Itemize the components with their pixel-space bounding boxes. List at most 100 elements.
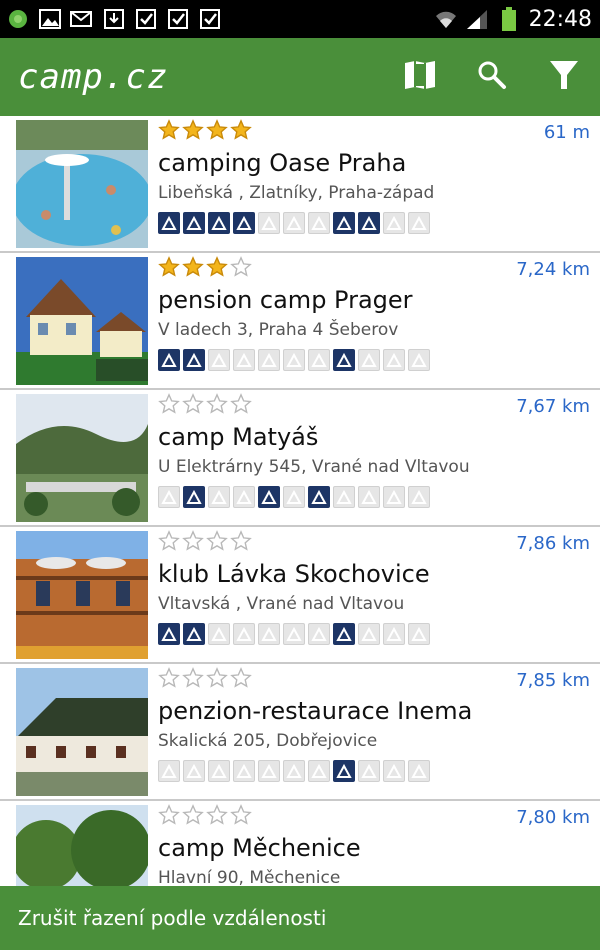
download-icon — [102, 7, 126, 31]
list-item[interactable]: pension camp Prager V ladech 3, Praha 4 Š… — [0, 253, 600, 390]
caravan-icon — [183, 623, 205, 645]
bungalow-icon — [283, 623, 305, 645]
mobile-home-icon — [358, 623, 380, 645]
star-empty-icon — [182, 804, 204, 830]
list-item[interactable]: camping Oase Praha Libeňská , Zlatníky, P… — [0, 116, 600, 253]
mobile-home-icon — [358, 486, 380, 508]
map-button[interactable] — [384, 38, 456, 116]
map-icon — [403, 60, 437, 94]
caravan-icon — [183, 486, 205, 508]
campsite-info: camp Měchenice Hlavní 90, Měchenice 7,80 k… — [148, 801, 600, 886]
star-empty-icon — [230, 804, 252, 830]
trailer-icon — [233, 212, 255, 234]
star-empty-icon — [158, 804, 180, 830]
cancel-sort-label: Zrušit řazení podle vzdálenosti — [18, 906, 327, 930]
campsite-list[interactable]: camping Oase Praha Libeňská , Zlatníky, P… — [0, 116, 600, 886]
amenity-icons — [158, 760, 600, 782]
distance-label: 7,24 km — [516, 259, 590, 280]
status-bar: 22:48 — [0, 0, 600, 38]
tent-icon — [158, 760, 180, 782]
trailer-icon — [233, 349, 255, 371]
bungalow-icon — [283, 212, 305, 234]
campsite-info: penzion-restaurace Inema Skalická 205, Do… — [148, 664, 600, 799]
amenity-icons — [158, 623, 600, 645]
tv-icon — [383, 212, 405, 234]
star-empty-icon — [158, 530, 180, 556]
mobile-home-icon — [358, 760, 380, 782]
notification-icons — [0, 7, 222, 31]
list-item[interactable]: klub Lávka Skochovice Vltavská , Vrané na… — [0, 527, 600, 664]
campsite-name: camp Měchenice — [158, 834, 361, 862]
image-icon — [38, 7, 62, 31]
campsite-address: U Elektrárny 545, Vrané nad Vltavou — [158, 457, 470, 477]
toilet-icon — [333, 623, 355, 645]
campsite-info: pension camp Prager V ladech 3, Praha 4 Š… — [148, 253, 600, 388]
tv-icon — [383, 349, 405, 371]
list-item[interactable]: penzion-restaurace Inema Skalická 205, Do… — [0, 664, 600, 801]
star-empty-icon — [182, 530, 204, 556]
cabin-icon — [258, 212, 280, 234]
caravan-icon — [183, 212, 205, 234]
campsite-address: Hlavní 90, Měchenice — [158, 868, 341, 886]
amenity-icons — [158, 486, 600, 508]
distance-label: 7,86 km — [516, 533, 590, 554]
campsite-info: camp Matyáš U Elektrárny 545, Vrané nad V… — [148, 390, 600, 525]
star-empty-icon — [182, 667, 204, 693]
trailer-icon — [233, 760, 255, 782]
tv-icon — [383, 486, 405, 508]
star-filled-icon — [182, 256, 204, 282]
trailer-icon — [233, 623, 255, 645]
campsite-address: Libeňská , Zlatníky, Praha-západ — [158, 183, 435, 203]
lodge-icon — [408, 760, 430, 782]
missed-message-icon — [70, 7, 94, 31]
star-empty-icon — [230, 256, 252, 282]
check-icon — [134, 7, 158, 31]
battery-icon — [497, 7, 521, 31]
toilet-icon — [333, 486, 355, 508]
room-icon — [308, 212, 330, 234]
motorhome-icon — [208, 623, 230, 645]
star-empty-icon — [158, 667, 180, 693]
trailer-icon — [233, 486, 255, 508]
room-icon — [308, 349, 330, 371]
star-filled-icon — [158, 119, 180, 145]
star-empty-icon — [206, 530, 228, 556]
tent-icon — [158, 212, 180, 234]
star-empty-icon — [230, 393, 252, 419]
cancel-sort-button[interactable]: Zrušit řazení podle vzdálenosti — [0, 886, 600, 950]
campsite-photo — [16, 805, 148, 886]
mobile-home-icon — [358, 212, 380, 234]
star-filled-icon — [206, 256, 228, 282]
motorhome-icon — [208, 212, 230, 234]
campsite-name: klub Lávka Skochovice — [158, 560, 430, 588]
list-item[interactable]: camp Matyáš U Elektrárny 545, Vrané nad V… — [0, 390, 600, 527]
motorhome-icon — [208, 349, 230, 371]
app-notification-icon — [6, 7, 30, 31]
cabin-icon — [258, 760, 280, 782]
star-filled-icon — [230, 119, 252, 145]
campsite-info: camping Oase Praha Libeňská , Zlatníky, P… — [148, 116, 600, 251]
tv-icon — [383, 760, 405, 782]
toilet-icon — [333, 349, 355, 371]
star-empty-icon — [182, 393, 204, 419]
toilet-icon — [333, 760, 355, 782]
star-empty-icon — [158, 393, 180, 419]
wifi-icon — [433, 7, 457, 31]
check-icon — [198, 7, 222, 31]
distance-label: 7,67 km — [516, 396, 590, 417]
star-filled-icon — [158, 256, 180, 282]
campsite-name: camp Matyáš — [158, 423, 319, 451]
cabin-icon — [258, 486, 280, 508]
filter-button[interactable] — [528, 38, 600, 116]
campsite-address: V ladech 3, Praha 4 Šeberov — [158, 320, 399, 340]
campsite-name: pension camp Prager — [158, 286, 413, 314]
list-item[interactable]: camp Měchenice Hlavní 90, Měchenice 7,80 k… — [0, 801, 600, 886]
room-icon — [308, 760, 330, 782]
campsite-address: Skalická 205, Dobřejovice — [158, 731, 378, 751]
check-icon — [166, 7, 190, 31]
mobile-home-icon — [358, 349, 380, 371]
search-button[interactable] — [456, 38, 528, 116]
search-icon — [476, 59, 508, 95]
campsite-photo — [16, 531, 148, 659]
lodge-icon — [408, 212, 430, 234]
